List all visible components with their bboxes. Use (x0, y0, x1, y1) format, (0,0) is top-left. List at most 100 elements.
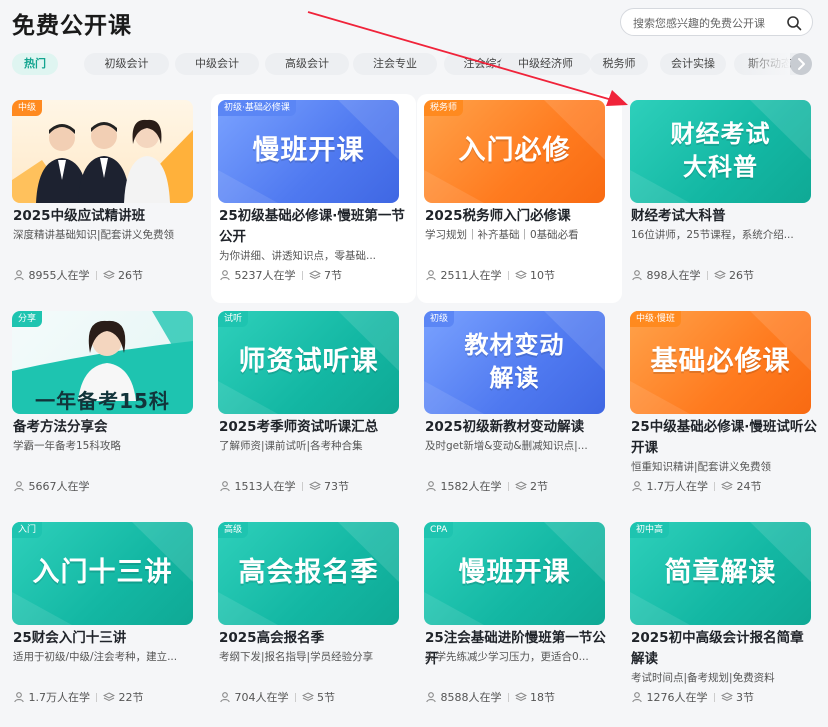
tab-category-1[interactable]: 初级会计 (84, 53, 169, 75)
learners-icon (425, 480, 437, 493)
course-title[interactable]: 2025高会报名季 (219, 628, 405, 649)
learners-count: 8588 (440, 691, 469, 704)
lessons-suffix: 节 (132, 269, 143, 282)
course-thumbnail[interactable]: 财经考试 大科普 (630, 100, 811, 203)
learners-suffix: 人在学 (468, 269, 502, 282)
lessons-icon (720, 480, 734, 493)
learners-suffix: 人在学 (667, 269, 701, 282)
course-card[interactable]: 师资试听课 试听 2025考季师资试听课汇总 了解师资|课前试听|各考种合集 1… (211, 305, 416, 514)
course-stats: 5237人在学 7节 (219, 269, 342, 283)
learners-suffix: 人在学 (468, 480, 502, 493)
lessons-icon (102, 269, 115, 282)
thumb-text: 教材变动 解读 (464, 331, 565, 392)
lessons-icon (308, 269, 321, 282)
tab-category-7[interactable]: 税务师 (590, 53, 648, 75)
thumb-text: 入门必修 (458, 135, 571, 166)
lessons-count: 3 (736, 691, 743, 704)
course-thumbnail[interactable]: 高会报名季 高级 (218, 522, 399, 625)
tab-category-2[interactable]: 中级会计 (175, 53, 259, 75)
course-tag: CPA (424, 522, 454, 538)
course-stats: 1513人在学 73节 (219, 480, 349, 494)
course-card[interactable]: 教材变动 解读 初级 2025初级新教材变动解读 及时get新增&变动&删减知识… (417, 305, 622, 514)
lessons-count: 24 (736, 480, 751, 493)
search-input[interactable] (633, 14, 783, 32)
lessons-suffix: 节 (537, 480, 548, 493)
course-thumbnail[interactable]: 基础必修课 中级·慢班 (630, 311, 811, 414)
learners-icon (219, 269, 231, 282)
tab-category-8[interactable]: 会计实操 (660, 53, 726, 75)
thumb-text: 入门十三讲 (32, 557, 173, 588)
learners-icon (219, 480, 231, 493)
tab-category-0[interactable]: 热门 (12, 53, 58, 75)
course-thumbnail[interactable]: 慢班开课 初级·基础必修课 (218, 100, 399, 203)
course-title[interactable]: 25初级基础必修课·慢班第一节公开 (219, 206, 405, 248)
course-thumbnail[interactable]: 中级 (12, 100, 193, 203)
lessons-suffix: 节 (331, 269, 342, 282)
course-title[interactable]: 2025考季师资试听课汇总 (219, 417, 405, 438)
lessons-suffix: 节 (324, 691, 335, 704)
lessons-count: 26 (729, 269, 743, 282)
course-title[interactable]: 2025税务师入门必修课 (425, 206, 611, 227)
course-title[interactable]: 2025初中高级会计报名简章解读 (631, 628, 817, 670)
course-stats: 1.7万人在学 24节 (631, 480, 762, 494)
lessons-suffix: 节 (743, 269, 754, 282)
course-title[interactable]: 2025中级应试精讲班 (13, 206, 199, 227)
learners-icon (631, 691, 643, 704)
thumb-text: 简章解读 (664, 557, 777, 588)
tab-category-6[interactable]: 中级经济师 (500, 53, 591, 75)
course-title[interactable]: 财经考试大科普 (631, 206, 817, 227)
tab-category-4[interactable]: 注会专业 (353, 53, 437, 75)
course-title[interactable]: 25中级基础必修课·慢班试听公开课 (631, 417, 817, 459)
course-card[interactable]: 入门必修 税务师 2025税务师入门必修课 学习规划｜补齐基础｜0基础必看 25… (417, 94, 622, 303)
category-next-button[interactable] (790, 53, 812, 75)
course-thumbnail[interactable]: 教材变动 解读 初级 (424, 311, 605, 414)
learners-suffix: 人在学 (56, 480, 90, 493)
course-title[interactable]: 2025初级新教材变动解读 (425, 417, 611, 438)
course-card[interactable]: 慢班开课 初级·基础必修课 25初级基础必修课·慢班第一节公开 为你讲细、讲透知… (211, 94, 416, 303)
thumb-text: 一年备考15科 (35, 389, 170, 413)
category-tabs: 热门初级会计中级会计高级会计注会专业注会综合中级经济师税务师会计实操斯尔动态 (12, 53, 812, 75)
course-desc: 适用于初级/中级/注会考种，建立... (13, 651, 178, 663)
learners-count: 898 (646, 269, 668, 282)
lessons-icon (514, 480, 527, 493)
course-thumbnail[interactable]: 慢班开课 CPA (424, 522, 605, 625)
course-card[interactable]: 入门十三讲 入门 25财会入门十三讲 适用于初级/中级/注会考种，建立... 1… (5, 516, 210, 725)
course-card[interactable]: 财经考试 大科普 财经考试大科普 16位讲师，25节课程，系统介绍... 898… (623, 94, 828, 303)
course-thumbnail[interactable]: 师资试听课 试听 (218, 311, 399, 414)
course-stats: 8955人在学 26节 (13, 269, 143, 283)
course-card[interactable]: 慢班开课 CPA 25注会基础进阶慢班第一节公开 先学先练减少学习压力，更适合0… (417, 516, 622, 725)
learners-suffix: 人在学 (56, 269, 90, 282)
course-card[interactable]: 简章解读 初中高 2025初中高级会计报名简章解读 考试时间点|备考规划|免费资… (623, 516, 828, 725)
course-card[interactable]: 高会报名季 高级 2025高会报名季 考纲下发|报名指导|学员经验分享 704人… (211, 516, 416, 725)
search-box[interactable] (620, 8, 813, 36)
lessons-icon (102, 691, 116, 704)
course-stats: 1582人在学 2节 (425, 480, 548, 494)
course-card[interactable]: 中级 2025中级应试精讲班 深度精讲基础知识|配套讲义免费领 8955人在学 … (5, 94, 210, 303)
learners-icon (13, 691, 25, 704)
course-thumbnail[interactable]: 简章解读 初中高 (630, 522, 811, 625)
course-title[interactable]: 备考方法分享会 (13, 417, 199, 438)
search-icon[interactable] (786, 15, 802, 31)
course-tag: 试听 (218, 311, 249, 327)
page-title: 免费公开课 (12, 13, 132, 39)
course-card[interactable]: 基础必修课 中级·慢班 25中级基础必修课·慢班试听公开课 恒重知识精讲|配套讲… (623, 305, 828, 514)
lessons-suffix: 节 (544, 691, 555, 704)
lessons-icon (301, 691, 314, 704)
lessons-suffix: 节 (750, 480, 762, 493)
course-title[interactable]: 25财会入门十三讲 (13, 628, 199, 649)
learners-icon (13, 480, 25, 493)
learners-count: 1.7万 (646, 480, 676, 493)
lessons-count: 2 (530, 480, 537, 493)
course-card[interactable]: 一年备考15科 分享 备考方法分享会 学霸一年备考15科攻略 5667人在学 (5, 305, 210, 514)
learners-count: 5667 (28, 480, 57, 493)
course-desc: 16位讲师，25节课程，系统介绍... (631, 229, 794, 241)
course-thumbnail[interactable]: 一年备考15科 分享 (12, 311, 193, 414)
course-thumbnail[interactable]: 入门十三讲 入门 (12, 522, 193, 625)
learners-count: 5237 (234, 269, 263, 282)
learners-suffix: 人在学 (262, 269, 296, 282)
course-desc: 考纲下发|报名指导|学员经验分享 (219, 651, 374, 663)
course-thumbnail[interactable]: 入门必修 税务师 (424, 100, 605, 203)
lessons-suffix: 节 (743, 691, 754, 704)
course-tag: 中级·慢班 (630, 311, 681, 327)
tab-category-3[interactable]: 高级会计 (265, 53, 349, 75)
